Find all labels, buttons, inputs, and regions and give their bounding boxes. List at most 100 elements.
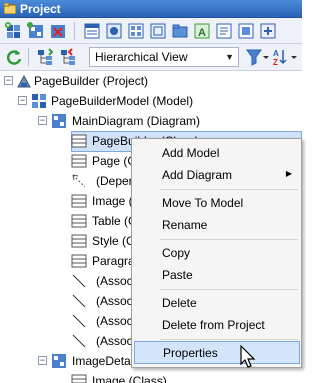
- package-tool-button[interactable]: [170, 21, 190, 41]
- association-icon: [71, 273, 87, 289]
- toolbar-separator: [28, 48, 29, 66]
- panel-titlebar: Project: [0, 0, 302, 18]
- filter-button[interactable]: [245, 47, 269, 67]
- tree-node-project[interactable]: − PageBuilder (Project): [0, 71, 302, 92]
- refresh-icon: [6, 50, 22, 65]
- text-a-icon: A: [194, 23, 210, 39]
- expand-icon: [260, 23, 276, 39]
- view-mode-value: Hierarchical View: [95, 50, 188, 64]
- svg-text:A: A: [198, 27, 206, 39]
- association-icon: [71, 333, 87, 349]
- association-icon: [71, 313, 87, 329]
- tree-node-label: PageBuilderModel (Model): [51, 94, 194, 108]
- interface-icon: [106, 23, 122, 39]
- menu-item-add-diagram[interactable]: Add Diagram ▶: [134, 163, 300, 186]
- class-tool-button[interactable]: [82, 21, 102, 41]
- add-model-icon: [5, 22, 20, 38]
- sort-az-icon: AZ: [273, 49, 297, 67]
- collapse-tree-button[interactable]: [35, 47, 55, 67]
- menu-item-copy[interactable]: Copy: [134, 241, 300, 264]
- diagram-node-icon: [51, 353, 67, 369]
- collapse-toggle-icon[interactable]: −: [38, 116, 47, 125]
- dropdown-arrow-icon: ▼: [225, 52, 234, 62]
- toolbar-separator: [74, 22, 75, 40]
- mouse-cursor-icon: [240, 345, 256, 368]
- note-icon: [216, 23, 232, 39]
- struct-tool-button[interactable]: [148, 21, 168, 41]
- comment-tool-button[interactable]: [236, 21, 256, 41]
- toolbar-view: Hierarchical View ▼ AZ: [0, 44, 302, 71]
- refresh-button[interactable]: [4, 47, 24, 67]
- menu-item-label: Copy: [162, 246, 191, 260]
- menu-item-label: Add Diagram: [162, 168, 233, 182]
- panel-title: Project: [20, 2, 61, 16]
- tree-node-diagram[interactable]: − MainDiagram (Diagram): [0, 111, 302, 132]
- menu-item-delete-from-project[interactable]: Delete from Project: [134, 313, 300, 336]
- comment-icon: [238, 23, 254, 39]
- tree-node-model[interactable]: − PageBuilderModel (Model): [0, 91, 302, 112]
- association-icon: [71, 293, 87, 309]
- toolbar-main: A: [0, 18, 302, 44]
- model-node-icon: [31, 93, 47, 109]
- class-node-icon: [71, 133, 87, 149]
- menu-separator: [160, 239, 298, 240]
- menu-item-label: Delete: [162, 296, 197, 310]
- menu-item-rename[interactable]: Rename: [134, 213, 300, 236]
- menu-item-label: Delete from Project: [162, 318, 265, 332]
- class-node-icon: [71, 253, 87, 269]
- folder-icon: [172, 24, 188, 38]
- collapse-toggle-icon[interactable]: −: [4, 76, 13, 85]
- dependency-icon: [71, 173, 87, 189]
- menu-item-paste[interactable]: Paste: [134, 263, 300, 286]
- project-icon: [4, 3, 16, 14]
- tree-node-label: Image (Class): [92, 374, 167, 383]
- tree-collapse-icon: [38, 48, 54, 65]
- view-mode-select[interactable]: Hierarchical View ▼: [89, 47, 239, 67]
- struct-icon: [150, 23, 166, 39]
- class-icon: [84, 23, 100, 39]
- context-menu: Add Model Add Diagram ▶ Move To Model Re…: [131, 138, 302, 368]
- menu-item-properties[interactable]: Properties: [134, 341, 300, 364]
- add-project-button[interactable]: [4, 21, 24, 41]
- menu-item-label: Add Model: [162, 146, 220, 160]
- menu-item-add-model[interactable]: Add Model: [134, 141, 300, 164]
- tree-node-label: PageBuilder (Project): [34, 74, 149, 88]
- menu-separator: [160, 289, 298, 290]
- menu-item-move-to-model[interactable]: Move To Model: [134, 191, 300, 214]
- menu-item-label: Paste: [162, 268, 193, 282]
- menu-item-delete[interactable]: Delete: [134, 291, 300, 314]
- enum-icon: [128, 23, 144, 39]
- class-node-icon: [71, 153, 87, 169]
- add-diagram-button[interactable]: [26, 21, 46, 41]
- class-node-icon: [71, 213, 87, 229]
- sort-button[interactable]: AZ: [272, 47, 298, 67]
- enum-tool-button[interactable]: [126, 21, 146, 41]
- menu-separator: [160, 339, 298, 340]
- delete-button[interactable]: [48, 21, 68, 41]
- collapse-toggle-icon[interactable]: −: [18, 96, 27, 105]
- filter-icon: [246, 49, 269, 66]
- diagram-node-icon: [51, 113, 67, 129]
- menu-item-label: Properties: [163, 346, 218, 360]
- svg-text:Z: Z: [273, 58, 278, 67]
- class-node-icon: [71, 233, 87, 249]
- collapse-toggle-icon[interactable]: −: [38, 356, 47, 365]
- add-diagram-icon: [27, 22, 43, 38]
- expand-tree-button[interactable]: [58, 47, 78, 67]
- menu-item-label: Move To Model: [162, 196, 244, 210]
- menu-separator: [160, 189, 298, 190]
- expand-all-button[interactable]: [258, 21, 278, 41]
- note-tool-button[interactable]: [214, 21, 234, 41]
- tree-node-class[interactable]: Image (Class): [0, 371, 302, 383]
- text-tool-button[interactable]: A: [192, 21, 212, 41]
- class-node-icon: [71, 193, 87, 209]
- interface-tool-button[interactable]: [104, 21, 124, 41]
- tree-node-label: MainDiagram (Diagram): [72, 114, 201, 128]
- submenu-arrow-icon: ▶: [285, 169, 292, 178]
- tree-expand-icon: [61, 48, 75, 65]
- class-node-icon: [71, 373, 87, 383]
- menu-item-label: Rename: [162, 218, 208, 232]
- project-node-icon: [16, 73, 32, 89]
- delete-icon: [51, 25, 65, 38]
- svg-text:A: A: [273, 49, 279, 58]
